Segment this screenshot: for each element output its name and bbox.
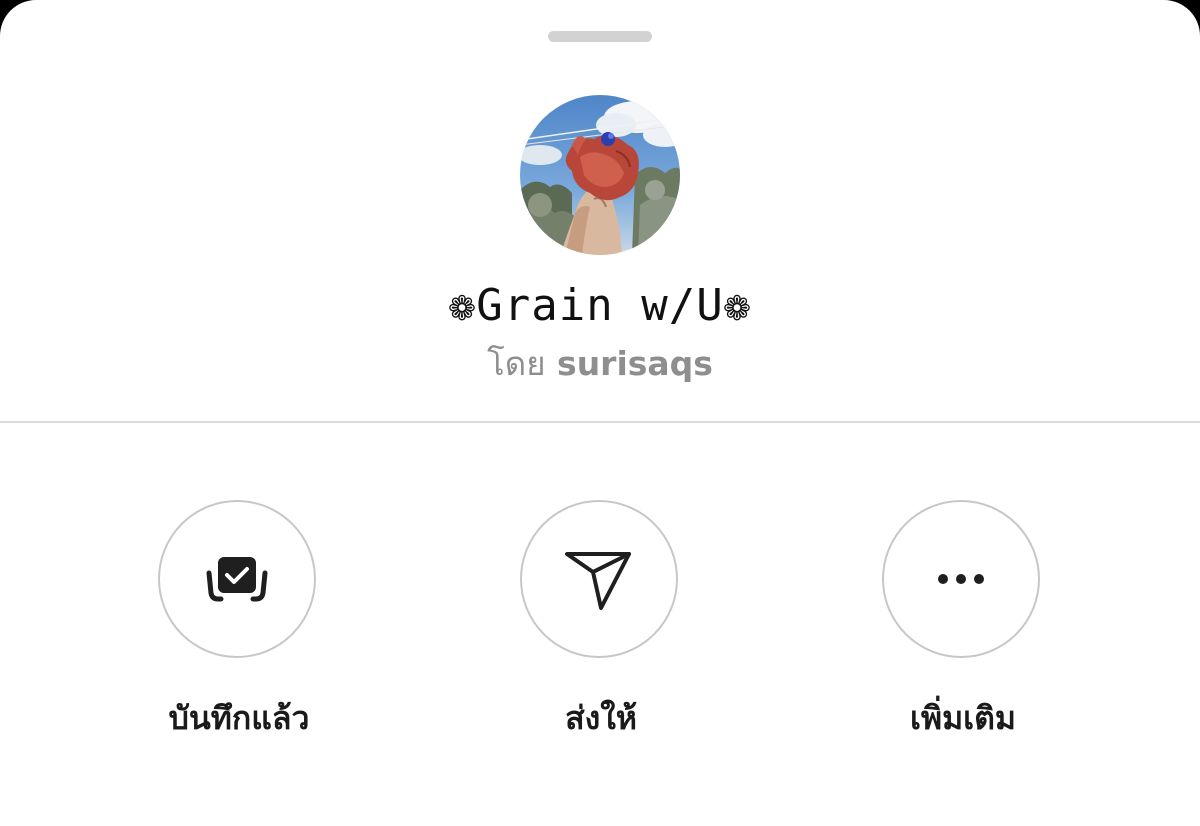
send-paper-plane-icon [565,552,631,610]
saved-icon-circle[interactable] [158,500,316,658]
more-icon-circle[interactable] [882,500,1040,658]
more-ellipsis-icon [938,574,984,584]
author-username[interactable]: surisaqs [557,344,713,383]
cover-photo-icon [520,95,680,255]
sheet-grabber-handle[interactable] [548,31,652,42]
saved-button[interactable]: บันทึกแล้ว [109,500,369,750]
more-label: เพิ่มเติม [910,699,1016,737]
divider [0,421,1200,423]
bottom-sheet: ❁Grain w/U❁ โดย surisaqs บันทึกแล้ว ส่งใ… [0,0,1200,826]
send-label: ส่งให้ [565,699,637,737]
send-button[interactable]: ส่งให้ [471,500,731,750]
more-button[interactable]: เพิ่มเติม [833,500,1093,750]
collection-cover-image [520,95,680,255]
send-icon-circle[interactable] [520,500,678,658]
saved-collection-check-icon [206,557,268,602]
byline-prefix: โดย [487,344,546,383]
collection-byline: โดย surisaqs [0,340,1200,388]
collection-title: ❁Grain w/U❁ [448,280,752,331]
saved-label: บันทึกแล้ว [168,699,310,737]
